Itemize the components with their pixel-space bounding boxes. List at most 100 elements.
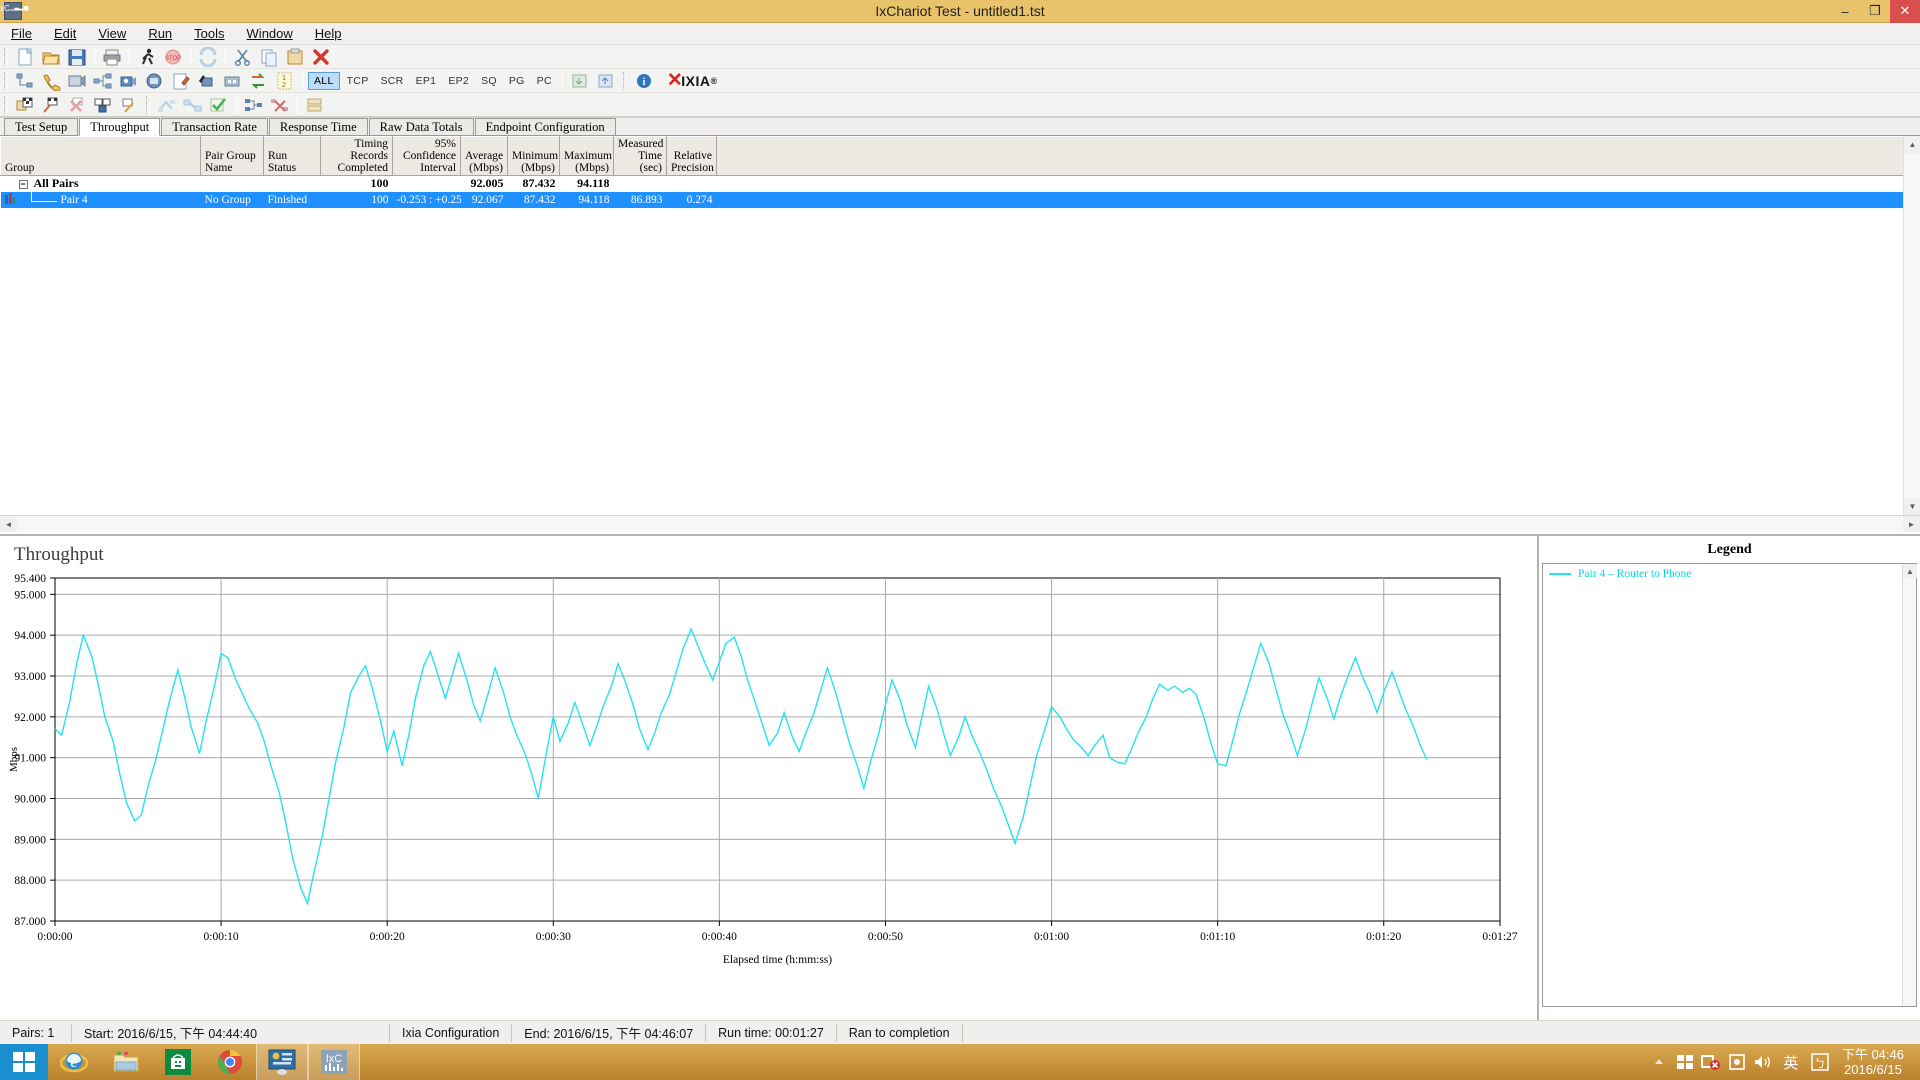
tab-transaction-rate[interactable]: Transaction Rate — [161, 118, 268, 135]
info-icon[interactable]: i — [633, 71, 655, 91]
expander-icon[interactable]: − — [18, 180, 28, 189]
add-video-multicast-icon[interactable] — [118, 71, 140, 91]
windows-icon[interactable] — [1672, 1044, 1698, 1080]
copy-icon[interactable] — [258, 47, 280, 67]
filter-pc-button[interactable]: PC — [532, 73, 557, 89]
scroll-right-arrow[interactable]: ► — [1903, 516, 1920, 532]
col-header-average[interactable]: Average (Mbps) — [460, 136, 509, 176]
filter-ep2-button[interactable]: EP2 — [443, 73, 474, 89]
tab-response-time[interactable]: Response Time — [268, 118, 368, 135]
run-test-icon[interactable] — [14, 95, 36, 115]
col-header-confidence-interval[interactable]: 95% Confidence Interval — [392, 136, 462, 176]
ixchariot-icon[interactable]: IxC — [308, 1044, 360, 1080]
compare-alt-icon[interactable] — [182, 95, 204, 115]
col-header-maximum[interactable]: Maximum (Mbps) — [559, 136, 615, 176]
toolbar-grip[interactable] — [622, 71, 627, 90]
filter-sq-button[interactable]: SQ — [476, 73, 502, 89]
col-header-timing-records[interactable]: Timing Records Completed — [320, 136, 394, 176]
open-icon[interactable] — [40, 47, 62, 67]
add-video-pair-icon[interactable] — [66, 71, 88, 91]
status-ixia-configuration[interactable]: Ixia Configuration — [390, 1023, 513, 1042]
ime-mode-icon[interactable]: ㄅ — [1806, 1044, 1834, 1080]
tab-test-setup[interactable]: Test Setup — [4, 118, 79, 135]
menu-view[interactable]: View — [87, 24, 137, 43]
stop-icon[interactable]: STOP — [162, 47, 184, 67]
action-center-icon[interactable] — [1724, 1044, 1750, 1080]
clear-results-icon[interactable] — [66, 95, 88, 115]
table-row[interactable]: − All Pairs 100 92.005 87.432 94.118 — [1, 176, 1920, 192]
tab-throughput[interactable]: Throughput — [79, 118, 161, 136]
toolbar-grip[interactable] — [4, 47, 8, 66]
toolbar-grip[interactable] — [4, 95, 8, 114]
grid-vertical-scrollbar[interactable]: ▲ ▼ — [1903, 136, 1920, 515]
menu-run[interactable]: Run — [137, 24, 183, 43]
show-hidden-icons-arrow[interactable] — [1646, 1044, 1672, 1080]
grid-horizontal-scrollbar[interactable]: ◄ ► — [0, 515, 1920, 532]
ime-language-icon[interactable]: 英 — [1776, 1044, 1806, 1080]
scroll-track[interactable] — [17, 516, 1903, 532]
compare-icon[interactable] — [156, 95, 178, 115]
edit-video-icon[interactable] — [196, 71, 218, 91]
import-icon[interactable] — [569, 71, 591, 91]
menu-file[interactable]: File — [0, 24, 43, 43]
internet-explorer-icon[interactable]: e — [48, 1044, 100, 1080]
new-icon[interactable] — [14, 47, 36, 67]
col-header-pair-group-name[interactable]: Pair Group Name — [200, 136, 265, 176]
chrome-icon[interactable] — [204, 1044, 256, 1080]
add-pair-icon[interactable] — [14, 71, 36, 91]
cut-icon[interactable] — [232, 47, 254, 67]
edit-hardware-icon[interactable] — [222, 71, 244, 91]
swap-endpoints-icon[interactable] — [248, 71, 270, 91]
col-header-relative-precision[interactable]: Relative Precision — [666, 136, 718, 176]
run-checkmark-icon[interactable] — [118, 95, 140, 115]
taskbar-clock[interactable]: 下午 04:46 2016/6/15 — [1834, 1047, 1916, 1077]
file-explorer-icon[interactable] — [100, 1044, 152, 1080]
filter-pg-button[interactable]: PG — [504, 73, 530, 89]
col-header-group[interactable]: Group — [0, 136, 202, 176]
filter-tcp-button[interactable]: TCP — [342, 73, 374, 89]
menu-help[interactable]: Help — [304, 24, 353, 43]
toolbar-grip[interactable] — [146, 95, 150, 114]
filter-scr-button[interactable]: SCR — [376, 73, 409, 89]
run-icon[interactable] — [136, 47, 158, 67]
windows-start-icon[interactable] — [0, 1044, 48, 1080]
validate-icon[interactable] — [92, 95, 114, 115]
add-iptv-icon[interactable] — [144, 71, 166, 91]
toolbar-grip[interactable] — [4, 71, 8, 90]
paste-icon[interactable] — [284, 47, 306, 67]
delete-mapping-icon[interactable] — [269, 95, 291, 115]
col-header-run-status[interactable]: Run Status — [263, 136, 322, 176]
mapping-icon[interactable] — [243, 95, 265, 115]
menu-tools[interactable]: Tools — [183, 24, 235, 43]
table-row[interactable]: Pair 4 No Group Finished 100 -0.253 : +0… — [0, 191, 1920, 208]
delete-icon[interactable] — [310, 47, 332, 67]
legend-vertical-scrollbar[interactable]: ▲ — [1902, 564, 1917, 1006]
save-icon[interactable] — [66, 47, 88, 67]
run-group-icon[interactable] — [40, 95, 62, 115]
control-panel-icon[interactable] — [256, 1044, 308, 1080]
numbering-icon[interactable]: 12 — [274, 71, 296, 91]
scroll-down-arrow[interactable]: ▼ — [1904, 498, 1920, 515]
scroll-up-arrow[interactable]: ▲ — [1903, 564, 1917, 578]
windows-store-icon[interactable] — [152, 1044, 204, 1080]
add-voip-pair-icon[interactable] — [40, 71, 62, 91]
volume-icon[interactable] — [1750, 1044, 1776, 1080]
filter-all-button[interactable]: ALL — [308, 71, 340, 90]
print-icon[interactable] — [101, 47, 123, 67]
tab-raw-data-totals[interactable]: Raw Data Totals — [368, 118, 474, 135]
filter-ep1-button[interactable]: EP1 — [411, 73, 442, 89]
export-icon[interactable] — [595, 71, 617, 91]
validate-check-icon[interactable] — [208, 95, 230, 115]
tab-endpoint-configuration[interactable]: Endpoint Configuration — [474, 118, 616, 135]
network-error-icon[interactable] — [1698, 1044, 1724, 1080]
legend-item[interactable]: Pair 4 – Router to Phone — [1543, 564, 1916, 580]
scroll-up-arrow[interactable]: ▲ — [1904, 136, 1920, 153]
menu-window[interactable]: Window — [236, 24, 304, 43]
datagroup-icon[interactable] — [304, 95, 326, 115]
col-header-minimum[interactable]: Minimum (Mbps) — [507, 136, 561, 176]
refresh-icon[interactable] — [197, 46, 219, 67]
edit-pair-icon[interactable] — [170, 71, 192, 91]
add-multicast-pair-icon[interactable] — [92, 71, 114, 91]
col-header-measured-time[interactable]: Measured Time (sec) — [613, 136, 668, 176]
menu-edit[interactable]: Edit — [43, 24, 87, 43]
